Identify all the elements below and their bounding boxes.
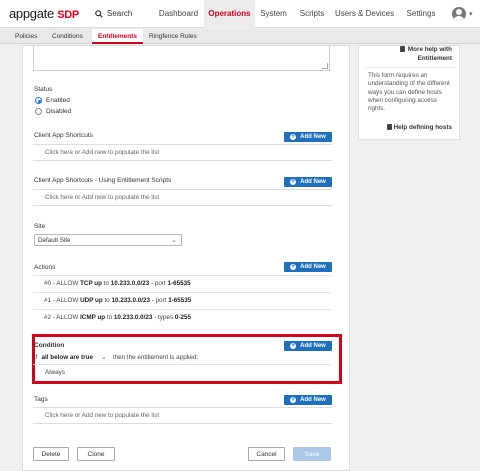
nav-operations[interactable]: Operations <box>204 0 255 28</box>
more-help-line2: Entitlement <box>417 55 452 62</box>
action-prefix: #1 - ALLOW <box>44 297 79 304</box>
condition-label: Condition <box>34 342 65 349</box>
action-network: 10.233.0.0/23 <box>113 314 153 321</box>
action-protocol: ICMP up <box>80 314 106 321</box>
tab-policies[interactable]: Policies <box>9 29 43 44</box>
status-label: Status <box>34 86 53 93</box>
operations-subtabs: Policies Conditions Entitlements Ringfen… <box>0 29 480 44</box>
shortcut-scripts-list[interactable]: Click here or Add new to populate the li… <box>33 189 332 206</box>
cancel-button[interactable]: Cancel <box>248 447 285 461</box>
action-protocol: TCP up <box>80 280 102 287</box>
client-app-shortcuts-label: Client App Shortcuts <box>34 132 93 139</box>
add-new-label: Add New <box>300 134 326 140</box>
logo-text: appgate <box>9 6 54 21</box>
add-shortcut-script-button[interactable]: + Add New <box>284 177 332 187</box>
status-disabled-radio[interactable]: Disabled <box>35 108 71 115</box>
plus-icon: + <box>290 397 297 403</box>
action-prefix: #2 - ALLOW <box>44 314 79 321</box>
more-help-line1: More help with <box>407 46 452 53</box>
help-defining-hosts-link[interactable]: Help defining hosts <box>394 123 452 132</box>
top-navigation-bar: appgate SDP Search Dashboard Operations … <box>0 0 480 28</box>
search-button[interactable]: Search <box>95 9 132 18</box>
add-tag-button[interactable]: + Add New <box>284 395 332 405</box>
plus-icon: + <box>290 264 297 270</box>
chevron-down-icon[interactable]: ▾ <box>469 10 473 18</box>
client-app-shortcuts-list[interactable]: Click here or Add new to populate the li… <box>33 144 332 161</box>
site-value: Default Site <box>38 237 71 244</box>
chevron-down-icon: ⌄ <box>171 237 177 244</box>
action-ports: 0-255 <box>174 314 191 321</box>
nav-users-devices[interactable]: Users & Devices <box>332 0 397 28</box>
help-body-text: This form requires an understanding of t… <box>368 72 450 113</box>
plus-icon: + <box>290 343 297 349</box>
help-panel: More help with Entitlement This form req… <box>358 45 460 140</box>
radio-label: Disabled <box>46 108 72 115</box>
chevron-down-icon[interactable]: ⌄ <box>101 353 107 361</box>
action-suffix: - port <box>151 297 167 304</box>
shortcut-scripts-label: Client App Shortcuts - Using Entitlement… <box>34 177 172 184</box>
book-icon <box>387 124 392 130</box>
site-select[interactable]: Default Site ⌄ <box>34 234 182 246</box>
tags-list[interactable]: Click here or Add new to populate the li… <box>33 407 332 424</box>
add-new-label: Add New <box>300 343 326 349</box>
condition-item[interactable]: Always <box>33 364 332 380</box>
action-network: 10.233.0.0/23 <box>110 280 150 287</box>
add-shortcut-button[interactable]: + Add New <box>284 132 332 142</box>
action-to: to <box>104 297 110 304</box>
condition-logic-select[interactable]: all below are true <box>42 354 93 361</box>
nav-settings[interactable]: Settings <box>397 0 445 28</box>
tags-label: Tags <box>34 396 48 403</box>
nav-scripts[interactable]: Scripts <box>292 0 332 28</box>
radio-selected-icon <box>35 97 42 104</box>
action-network: 10.233.0.0/23 <box>111 297 150 304</box>
status-enabled-radio[interactable]: Enabled <box>35 97 70 104</box>
action-row[interactable]: #2 - ALLOW ICMP up to 10.233.0.0/23 - ty… <box>33 309 332 325</box>
action-row[interactable]: #0 - ALLOW TCP up to 10.233.0.0/23 - por… <box>33 275 332 291</box>
more-help-link[interactable]: More help with Entitlement <box>408 45 452 63</box>
add-action-button[interactable]: + Add New <box>284 262 332 272</box>
logo-sdp-text: SDP <box>57 9 79 21</box>
action-protocol: UDP up <box>80 297 103 304</box>
search-icon <box>95 9 103 18</box>
action-prefix: #0 - ALLOW <box>44 280 79 287</box>
save-button[interactable]: Save <box>293 447 331 461</box>
add-new-label: Add New <box>300 264 326 270</box>
action-to: to <box>106 314 113 321</box>
tab-entitlements[interactable]: Entitlements <box>92 29 144 44</box>
site-label: Site <box>34 223 46 230</box>
add-new-label: Add New <box>300 397 326 403</box>
add-new-label: Add New <box>300 179 326 185</box>
tab-ringfence-rules[interactable]: Ringfence Rules <box>143 29 203 44</box>
action-to: to <box>103 280 110 287</box>
condition-if-text: If <box>34 353 38 361</box>
action-ports: 1-65535 <box>168 297 192 304</box>
radio-unselected-icon <box>35 108 42 115</box>
user-avatar-icon[interactable] <box>452 7 466 21</box>
action-row[interactable]: #1 - ALLOW UDP up to 10.233.0.0/23 - por… <box>33 292 332 308</box>
condition-logic-line: If all below are true ⌄ then the entitle… <box>34 353 199 362</box>
entitlement-form: Status Enabled Disabled Client App Short… <box>22 45 350 471</box>
appgate-logo[interactable]: appgate SDP <box>9 6 79 21</box>
book-icon <box>400 46 405 52</box>
help-divider <box>365 67 455 68</box>
action-ports: 1-65535 <box>167 280 191 287</box>
add-condition-button[interactable]: + Add New <box>284 341 332 351</box>
nav-system[interactable]: System <box>255 0 292 28</box>
nav-dashboard[interactable]: Dashboard <box>153 0 204 28</box>
radio-label: Enabled <box>46 97 70 104</box>
action-suffix: - types <box>154 314 174 321</box>
condition-then-text: then the entitlement is applied: <box>112 353 199 361</box>
plus-icon: + <box>290 134 297 140</box>
delete-button[interactable]: Delete <box>33 447 69 461</box>
plus-icon: + <box>290 179 297 185</box>
search-label: Search <box>107 9 133 18</box>
notes-textarea[interactable] <box>33 46 330 71</box>
clone-button[interactable]: Clone <box>77 447 115 461</box>
action-suffix: - port <box>151 280 166 287</box>
tab-conditions[interactable]: Conditions <box>46 29 89 44</box>
actions-label: Actions <box>34 264 56 271</box>
